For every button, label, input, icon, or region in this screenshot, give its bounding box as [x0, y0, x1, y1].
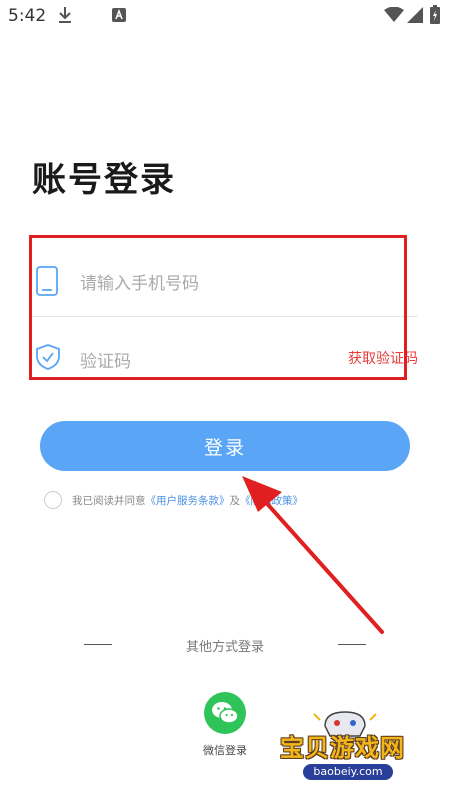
wifi-icon [384, 7, 404, 22]
wechat-login-label: 微信登录 [203, 744, 247, 757]
code-field: 获取验证码 [32, 322, 418, 390]
page-title: 账号登录 [32, 160, 176, 200]
agreement-prefix: 我已阅读并同意 [72, 494, 146, 507]
divider-line-right [338, 644, 366, 645]
battery-icon [430, 5, 440, 24]
download-icon [59, 7, 71, 23]
annotation-arrow [242, 476, 384, 634]
watermark-title: 宝贝游戏网 [280, 734, 405, 762]
watermark-url: baobeiy.com [303, 764, 393, 780]
status-bar: 5:42 [0, 0, 450, 32]
agreement-row: 我已阅读并同意 《用户服务条款》 及 《隐私政策》 [44, 489, 303, 511]
terms-link[interactable]: 《用户服务条款》 [146, 493, 230, 508]
other-login-divider: 其他方式登录 [0, 634, 450, 655]
app-notification-icon [112, 8, 126, 22]
status-time: 5:42 [8, 6, 47, 26]
shield-check-icon [36, 344, 60, 370]
login-button[interactable]: 登录 [40, 421, 410, 471]
phone-icon [36, 266, 58, 296]
wechat-login-button[interactable] [204, 692, 246, 734]
get-code-button[interactable]: 获取验证码 [348, 348, 418, 368]
other-login-label: 其他方式登录 [185, 640, 264, 655]
phone-field [32, 248, 418, 317]
code-input[interactable] [78, 344, 332, 380]
signal-icon [407, 7, 423, 23]
privacy-link[interactable]: 《隐私政策》 [240, 493, 303, 508]
agreement-checkbox[interactable] [44, 491, 62, 509]
phone-input[interactable] [78, 266, 332, 302]
agreement-and: 及 [229, 494, 241, 507]
wechat-icon [212, 702, 239, 724]
